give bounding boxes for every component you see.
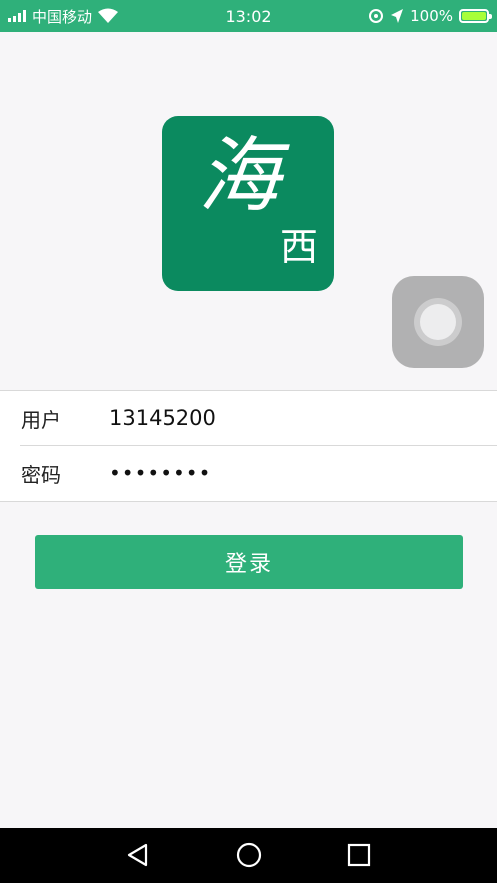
assistive-touch-button[interactable] [392, 276, 484, 368]
battery-percent: 100% [410, 7, 453, 25]
recent-square-icon[interactable] [345, 841, 373, 869]
app-logo: 海 西 [162, 116, 334, 291]
login-button[interactable]: 登录 [35, 535, 463, 589]
battery-icon [459, 9, 492, 23]
password-input[interactable] [109, 461, 469, 485]
password-row: 密码 [0, 446, 497, 500]
carrier-name: 中国移动 [32, 7, 93, 26]
logo-sub-char: 西 [280, 225, 319, 269]
home-circle-icon[interactable] [235, 841, 263, 869]
assistive-touch-dot [420, 304, 456, 340]
signal-icon [8, 10, 26, 22]
username-row: 用户 [0, 391, 497, 445]
wifi-icon [98, 8, 119, 23]
password-label: 密码 [21, 462, 61, 487]
back-triangle-icon[interactable] [124, 841, 152, 869]
battery-level [462, 12, 486, 20]
login-form: 用户 密码 [0, 390, 497, 502]
navigation-bar [0, 828, 497, 883]
username-label: 用户 [21, 407, 61, 432]
alarm-icon [369, 9, 384, 23]
status-bar: 中国移动 13:02 100% [0, 0, 497, 32]
status-left: 中国移动 [8, 6, 119, 27]
status-right: 100% [368, 7, 492, 25]
logo-main-char: 海 [198, 129, 280, 224]
username-input[interactable] [109, 406, 469, 430]
location-icon [391, 9, 404, 23]
